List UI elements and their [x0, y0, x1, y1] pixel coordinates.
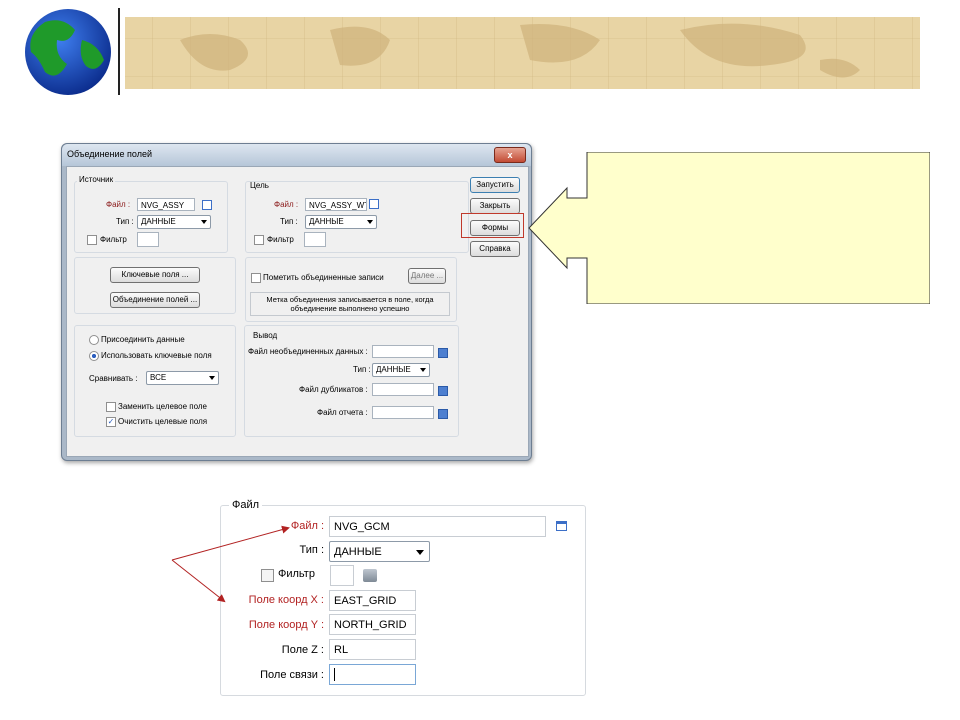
next-button[interactable]: Далее ...: [408, 268, 446, 284]
panel-z-label: Поле Z :: [281, 644, 324, 656]
unmerged-browse-icon[interactable]: [438, 348, 448, 358]
output-type-label: Тип :: [353, 365, 371, 374]
output-type-select[interactable]: ДАННЫЕ: [372, 363, 430, 377]
panel-file-browse-icon[interactable]: [556, 521, 567, 531]
source-file-label: Файл :: [106, 200, 131, 209]
clear-target-label: Очистить целевые поля: [118, 417, 208, 426]
chevron-down-icon: [367, 220, 373, 224]
target-file-field[interactable]: NVG_ASSY_WT: [305, 198, 367, 211]
chevron-down-icon: [209, 376, 215, 380]
merge-fields-dialog: Объединение полей x Источник Файл : NVG_…: [61, 143, 532, 461]
compare-select[interactable]: ВСЕ: [146, 371, 219, 385]
report-file-label: Файл отчета :: [317, 408, 368, 417]
panel-filter-field[interactable]: [330, 565, 354, 586]
key-fields-button[interactable]: Ключевые поля ...: [110, 267, 200, 283]
close-button[interactable]: Закрыть: [470, 198, 520, 214]
forms-highlight-box: [461, 213, 524, 238]
globe-icon: [25, 9, 111, 95]
filter-db-icon[interactable]: [363, 569, 377, 582]
source-file-field[interactable]: NVG_ASSY: [137, 198, 195, 211]
merge-fields-button[interactable]: Объединение полей ...: [110, 292, 200, 308]
duplicates-file-field[interactable]: [372, 383, 434, 396]
target-file-label: Файл :: [274, 200, 299, 209]
clear-target-checkbox[interactable]: ✓: [106, 417, 116, 427]
help-button[interactable]: Справка: [470, 241, 520, 257]
file-panel-group-label: Файл: [229, 499, 263, 511]
target-file-browse-icon[interactable]: [369, 199, 379, 209]
mark-merged-label: Пометить объединенные записи: [263, 273, 384, 282]
text-cursor: [334, 668, 335, 681]
compare-value: ВСЕ: [150, 373, 167, 382]
panel-link-label: Поле связи :: [260, 669, 324, 681]
panel-file-field[interactable]: NVG_GCM: [329, 516, 546, 537]
unmerged-file-label: Файл необъединенных данных :: [248, 347, 368, 356]
compare-label: Сравнивать :: [89, 374, 138, 383]
title-bar: Объединение полей x: [62, 144, 531, 166]
source-filter-label: Фильтр: [100, 235, 127, 244]
report-browse-icon[interactable]: [438, 409, 448, 419]
attach-data-label: Присоединить данные: [101, 335, 185, 344]
attach-data-radio[interactable]: [89, 335, 99, 345]
mark-merged-checkbox[interactable]: [251, 273, 261, 283]
callout-box: [528, 152, 930, 304]
target-filter-checkbox[interactable]: [254, 235, 264, 245]
panel-type-select[interactable]: ДАННЫЕ: [329, 541, 430, 562]
use-key-fields-radio[interactable]: [89, 351, 99, 361]
replace-target-label: Заменить целевое поле: [118, 402, 207, 411]
unmerged-file-field[interactable]: [372, 345, 434, 358]
source-file-browse-icon[interactable]: [202, 200, 212, 210]
source-filter-checkbox[interactable]: [87, 235, 97, 245]
chevron-down-icon: [416, 550, 424, 555]
target-group-label: Цель: [250, 181, 269, 190]
target-type-value: ДАННЫЕ: [309, 217, 344, 226]
close-window-button[interactable]: x: [494, 147, 526, 163]
pointer-arrows: [171, 525, 290, 603]
source-type-label: Тип :: [116, 217, 134, 226]
panel-link-field[interactable]: [329, 664, 416, 685]
source-type-select[interactable]: ДАННЫЕ: [137, 215, 211, 229]
duplicates-file-label: Файл дубликатов :: [299, 385, 368, 394]
output-group: [244, 325, 459, 437]
use-key-fields-label: Использовать ключевые поля: [101, 351, 212, 360]
panel-coord-x-field[interactable]: EAST_GRID: [329, 590, 416, 611]
target-type-label: Тип :: [280, 217, 298, 226]
duplicates-browse-icon[interactable]: [438, 386, 448, 396]
panel-coord-y-label: Поле коорд Y :: [248, 619, 324, 631]
target-filter-label: Фильтр: [267, 235, 294, 244]
dialog-title: Объединение полей: [67, 149, 153, 159]
panel-z-field[interactable]: RL: [329, 639, 416, 660]
output-type-value: ДАННЫЕ: [376, 365, 411, 374]
target-filter-field[interactable]: [304, 232, 326, 247]
chevron-down-icon: [201, 220, 207, 224]
target-type-select[interactable]: ДАННЫЕ: [305, 215, 377, 229]
mark-info-text: Метка объединения записывается в поле, к…: [250, 292, 450, 316]
run-button[interactable]: Запустить: [470, 177, 520, 193]
report-file-field[interactable]: [372, 406, 434, 419]
dialog-client: Источник Файл : NVG_ASSY Тип : ДАННЫЕ Фи…: [66, 166, 529, 457]
chevron-down-icon: [420, 368, 426, 372]
panel-type-value: ДАННЫЕ: [334, 546, 382, 558]
output-group-label: Вывод: [253, 331, 278, 340]
panel-coord-y-field[interactable]: NORTH_GRID: [329, 614, 416, 635]
source-group-label: Источник: [77, 175, 116, 184]
source-filter-field[interactable]: [137, 232, 159, 247]
source-type-value: ДАННЫЕ: [141, 217, 176, 226]
replace-target-checkbox[interactable]: [106, 402, 116, 412]
header-banner: [25, 8, 920, 95]
